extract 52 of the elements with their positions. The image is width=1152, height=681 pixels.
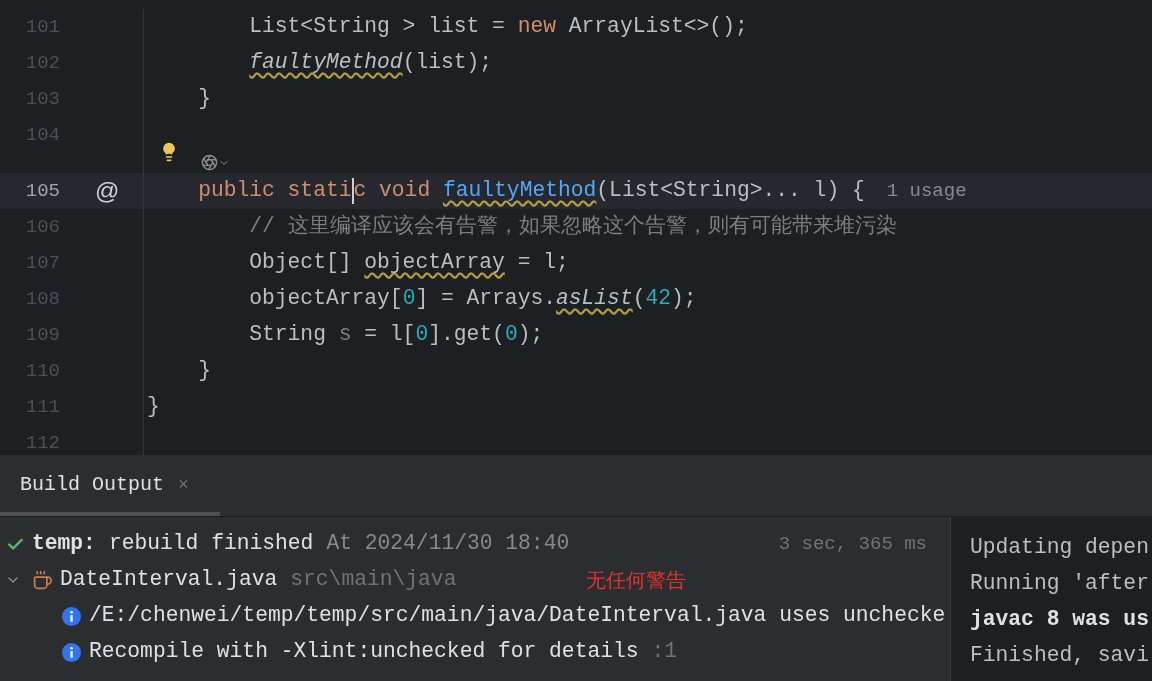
code-token: objectArray[ — [249, 285, 403, 313]
code-token: objectArray — [364, 249, 505, 277]
code-token: s — [338, 321, 352, 349]
code-token: 0 — [415, 321, 429, 349]
build-target: temp: — [32, 530, 96, 558]
code-token: } — [198, 357, 211, 385]
code-token: new — [517, 13, 556, 41]
console-line: Running 'after — [970, 570, 1150, 598]
line-number: 105 — [25, 178, 60, 204]
code-token: ] = Arrays. — [415, 285, 556, 313]
line-ref: :1 — [651, 638, 678, 666]
usage-hint[interactable]: 1 usage — [886, 176, 967, 206]
code-token: } — [198, 85, 211, 113]
code-token: public stati — [198, 177, 352, 205]
code-token: asList — [556, 285, 633, 313]
code-token: c void — [353, 177, 431, 205]
code-token: = l[ — [364, 321, 416, 349]
file-name[interactable]: DateInterval.java — [60, 564, 278, 596]
console-line: javac 8 was us — [970, 606, 1150, 634]
build-duration: 3 sec, 365 ms — [778, 531, 927, 557]
code-token: ); — [671, 285, 697, 313]
code-token: List<String > list = — [249, 13, 506, 41]
code-token: ); — [517, 321, 544, 349]
info-icon — [62, 606, 81, 626]
info-icon — [62, 642, 81, 662]
build-time: At 2024/11/30 18:40 — [326, 530, 570, 558]
file-path: src\main\java — [290, 566, 457, 594]
code-token: ].get( — [428, 321, 505, 349]
code-token: = l; — [517, 249, 569, 277]
code-token: // 这里编译应该会有告警，如果忽略这个告警，则有可能带来堆污染 — [249, 213, 897, 241]
console-line: Finished, savi — [970, 642, 1150, 670]
code-token: Object[] — [249, 249, 353, 277]
code-token: String — [249, 321, 327, 349]
ai-actions-icon[interactable] — [201, 154, 230, 171]
annotation-note: 无任何警告 — [586, 567, 687, 594]
code-token: 0 — [504, 321, 518, 349]
message-text[interactable]: /E:/chenwei/temp/temp/src/main/java/DateInterval.java uses unchecke — [89, 600, 946, 632]
code-token: (list); — [402, 49, 493, 77]
gutter-mark[interactable]: @ — [95, 173, 120, 209]
coffee-cup-icon — [32, 569, 53, 591]
code-token: (List<String>... l) { — [596, 177, 865, 205]
code-token: 0 — [402, 285, 416, 313]
code-token: 42 — [645, 285, 672, 313]
code-token: } — [147, 393, 160, 421]
code-token: faultyMethod — [442, 177, 597, 205]
code-token: ( — [632, 285, 646, 313]
console-line: Updating depen — [970, 534, 1150, 562]
code-token: faultyMethod — [249, 49, 403, 77]
panel-tab[interactable]: Build Output × — [0, 454, 220, 516]
code-token: ArrayList<>(); — [568, 13, 748, 41]
message-text[interactable]: Recompile with -Xlint:unchecked for details — [89, 636, 639, 668]
build-result: rebuild finished — [108, 530, 314, 558]
